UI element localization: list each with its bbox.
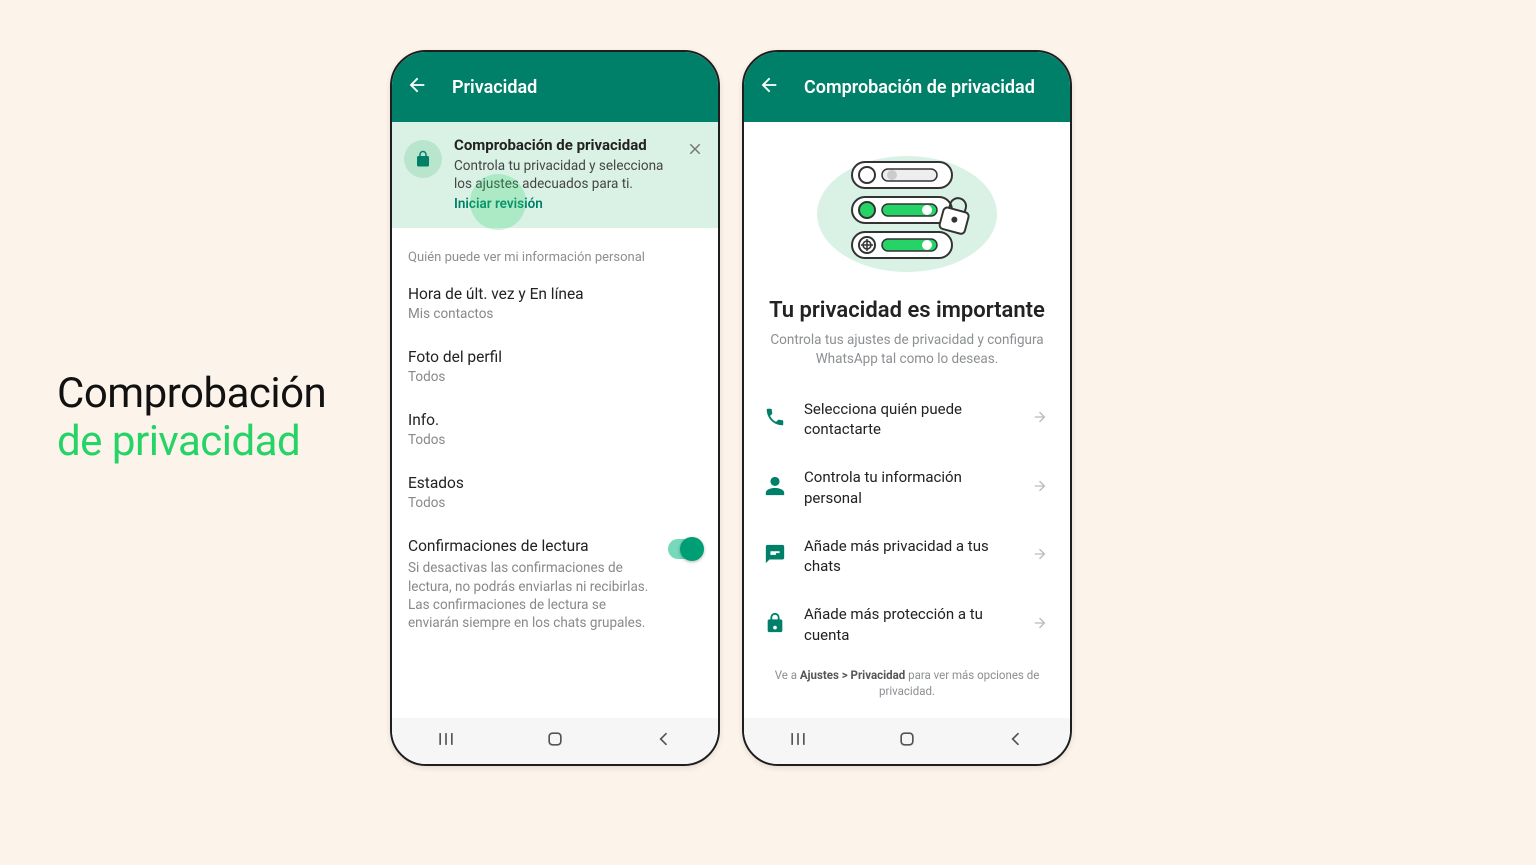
section-who-can-see: Quién puede ver mi información personal <box>392 228 718 273</box>
row-title: Confirmaciones de lectura <box>408 537 658 555</box>
person-icon <box>764 475 786 501</box>
row-status[interactable]: Estados Todos <box>392 462 718 525</box>
action-label: Controla tu información personal <box>804 467 1014 508</box>
arrow-right-icon <box>1032 615 1048 635</box>
toggle-knob <box>680 537 704 561</box>
action-label: Añade más protección a tu cuenta <box>804 604 1014 645</box>
arrow-right-icon <box>1032 546 1048 566</box>
back-nav-icon[interactable] <box>1006 729 1026 753</box>
action-select-contact[interactable]: Selecciona quién puede contactarte <box>744 385 1070 454</box>
row-sub: Mis contactos <box>408 306 702 322</box>
arrow-right-icon <box>1032 478 1048 498</box>
read-receipts-toggle[interactable] <box>668 539 702 559</box>
row-read-receipts[interactable]: Confirmaciones de lectura Si desactivas … <box>392 525 718 646</box>
privacy-check-content: Tu privacidad es importante Controla tus… <box>744 122 1070 718</box>
action-label: Añade más privacidad a tus chats <box>804 536 1014 577</box>
appbar-title: Comprobación de privacidad <box>804 77 1035 98</box>
banner-desc: Controla tu privacidad y selecciona los … <box>454 157 674 193</box>
arrow-right-icon <box>1032 409 1048 429</box>
android-navbar <box>392 718 718 764</box>
recents-icon[interactable] <box>788 729 808 753</box>
row-last-seen[interactable]: Hora de últ. vez y En línea Mis contacto… <box>392 273 718 336</box>
banner-title: Comprobación de privacidad <box>454 136 674 154</box>
row-title: Estados <box>408 474 702 492</box>
row-sub: Todos <box>408 495 702 511</box>
footnote: Ve a Ajustes > Privacidad para ver más o… <box>744 659 1070 699</box>
back-icon[interactable] <box>406 74 430 100</box>
row-info[interactable]: Info. Todos <box>392 399 718 462</box>
chat-icon <box>764 543 786 569</box>
banner-start-link[interactable]: Iniciar revisión <box>454 196 674 212</box>
lock-check-icon <box>404 140 442 178</box>
action-chat-privacy[interactable]: Añade más privacidad a tus chats <box>744 522 1070 591</box>
action-account-protection[interactable]: Añade más protección a tu cuenta <box>744 590 1070 659</box>
recents-icon[interactable] <box>436 729 456 753</box>
promo-line-1: Comprobación <box>57 370 326 418</box>
android-navbar <box>744 718 1070 764</box>
row-profile-photo[interactable]: Foto del perfil Todos <box>392 336 718 399</box>
back-icon[interactable] <box>758 74 782 100</box>
privacy-check-banner[interactable]: Comprobación de privacidad Controla tu p… <box>392 122 718 228</box>
footnote-pre: Ve a <box>775 668 800 682</box>
hero-headline: Tu privacidad es importante <box>744 292 1070 331</box>
banner-text: Comprobación de privacidad Controla tu p… <box>454 136 674 212</box>
row-title: Hora de últ. vez y En línea <box>408 285 702 303</box>
privacy-scroll-area: Comprobación de privacidad Controla tu p… <box>392 122 718 718</box>
home-icon[interactable] <box>545 729 565 753</box>
row-title: Info. <box>408 411 702 429</box>
back-nav-icon[interactable] <box>654 729 674 753</box>
phone-left: Privacidad Comprobación de privacidad Co… <box>390 50 720 766</box>
appbar-privacy-check: Comprobación de privacidad <box>744 52 1070 122</box>
row-desc: Si desactivas las confirmaciones de lect… <box>408 559 658 632</box>
close-icon[interactable] <box>686 140 706 160</box>
row-sub: Todos <box>408 432 702 448</box>
action-personal-info[interactable]: Controla tu información personal <box>744 453 1070 522</box>
action-label: Selecciona quién puede contactarte <box>804 399 1014 440</box>
row-sub: Todos <box>408 369 702 385</box>
lock-plus-icon <box>764 612 786 638</box>
promo-title: Comprobación de privacidad <box>57 370 326 467</box>
phone-right: Comprobación de privacidad <box>742 50 1072 766</box>
hero-illustration <box>744 122 1070 292</box>
appbar-title: Privacidad <box>452 77 537 98</box>
phone-shield-icon <box>764 406 786 432</box>
appbar-privacy: Privacidad <box>392 52 718 122</box>
footnote-bold: Ajustes > Privacidad <box>800 668 905 682</box>
promo-line-2: de privacidad <box>57 418 326 466</box>
home-icon[interactable] <box>897 729 917 753</box>
hero-subtitle: Controla tus ajustes de privacidad y con… <box>744 331 1070 385</box>
row-title: Foto del perfil <box>408 348 702 366</box>
